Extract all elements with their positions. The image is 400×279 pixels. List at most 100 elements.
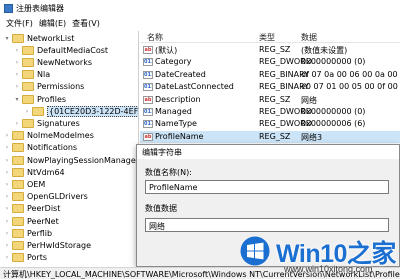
value-row[interactable]: ab ProfileName REG_SZ 网络3 xyxy=(140,130,400,143)
folder-icon xyxy=(12,204,24,214)
value-row[interactable]: 011DateCreatedREG_BINARYdf 07 0a 00 06 0… xyxy=(140,69,400,81)
folder-icon xyxy=(22,70,34,80)
value-name: ProfileName xyxy=(155,131,204,141)
tree-node[interactable]: › NtVdm64 xyxy=(4,166,65,178)
tree-node[interactable]: › PerHwIdStorage xyxy=(4,239,91,251)
folder-icon xyxy=(22,45,34,55)
value-row[interactable]: 011ManagedREG_DWORD0x00000000 (0) xyxy=(140,106,400,118)
value-name-field: ProfileName xyxy=(145,180,389,194)
value-name: NameType xyxy=(155,119,197,129)
tree-node[interactable]: › NewNetworks xyxy=(14,56,92,68)
chevron-right-icon[interactable]: › xyxy=(14,120,20,127)
tree-node[interactable]: › Perflib xyxy=(4,227,52,239)
chevron-right-icon[interactable]: › xyxy=(4,157,10,164)
tree-node-label: PerHwIdStorage xyxy=(27,240,92,250)
menu-edit[interactable]: 编辑(E) xyxy=(36,18,69,29)
value-row[interactable]: 011CategoryREG_DWORD0x00000000 (0) xyxy=(140,56,400,68)
regedit-app-icon xyxy=(4,3,13,13)
value-data-label: 数值数据 xyxy=(145,204,177,213)
chevron-right-icon[interactable]: › xyxy=(14,83,20,90)
chevron-right-icon[interactable]: › xyxy=(4,205,10,212)
tree-node[interactable]: › DefaultMediaCost xyxy=(14,44,108,56)
binary-value-icon: 011 xyxy=(143,70,153,79)
tree-node[interactable]: ▾ Profiles xyxy=(14,93,66,105)
value-row[interactable]: ab Description REG_SZ 网络 xyxy=(140,94,400,106)
tree-node-label: {01CE20D3-122D-4EF0 xyxy=(47,105,138,117)
string-value-icon: ab xyxy=(143,132,153,141)
value-row[interactable]: ab (默认) REG_SZ (数值未设置) xyxy=(140,44,400,56)
tree-node[interactable]: › Ports xyxy=(4,252,47,264)
tree-node-label: PeerDist xyxy=(27,204,61,214)
chevron-down-icon[interactable]: ▾ xyxy=(4,35,10,42)
tree-node[interactable]: › {01CE20D3-122D-4EF0 xyxy=(24,105,138,117)
value-row[interactable]: 011DateLastConnectedREG_BINARYe0 07 01 0… xyxy=(140,81,400,93)
value-data: 0x00000000 (0) xyxy=(301,107,366,116)
value-name: DateLastConnected xyxy=(155,82,234,92)
tree-node-label: Notifications xyxy=(27,143,78,153)
folder-icon xyxy=(12,167,24,177)
menu-file[interactable]: 文件(F) xyxy=(3,18,36,29)
chevron-right-icon[interactable]: › xyxy=(4,132,10,139)
value-data: 网络3 xyxy=(301,132,323,142)
tree-node-label: NoImeModelmes xyxy=(27,131,94,141)
chevron-right-icon[interactable]: › xyxy=(14,59,20,66)
registry-tree[interactable]: ▾ NetworkList › DefaultMediaCost › NewNetwork… xyxy=(0,31,139,267)
binary-value-icon: 011 xyxy=(143,58,153,67)
folder-icon xyxy=(22,57,34,67)
chevron-right-icon[interactable]: › xyxy=(4,181,10,188)
tree-node[interactable]: › PeerNet xyxy=(4,215,59,227)
tree-node-label: NewNetworks xyxy=(37,57,93,67)
tree-node[interactable]: › Permissions xyxy=(14,81,84,93)
tree-node[interactable]: › OpenGLDrivers xyxy=(4,191,88,203)
tree-node[interactable]: › Nla xyxy=(14,69,50,81)
tree-node[interactable]: › PeerDist xyxy=(4,203,60,215)
tree-node[interactable]: › Signatures xyxy=(14,117,80,129)
value-name: Managed xyxy=(155,107,192,116)
tree-node-label: Permissions xyxy=(37,82,85,92)
chevron-right-icon[interactable]: › xyxy=(24,108,30,115)
tree-node[interactable]: ▾ NetworkList xyxy=(4,32,74,44)
column-header-data[interactable]: 数据 xyxy=(301,32,317,43)
chevron-right-icon[interactable]: › xyxy=(14,47,20,54)
tree-node-label: NowPlayingSessionManager xyxy=(27,155,139,165)
tree-node-label: NetworkList xyxy=(27,33,75,43)
chevron-right-icon[interactable]: › xyxy=(4,193,10,200)
tree-node[interactable]: › NowPlayingSessionManager xyxy=(4,154,139,166)
tree-node[interactable]: › Notifications xyxy=(4,142,77,154)
chevron-right-icon[interactable]: › xyxy=(14,71,20,78)
tree-node[interactable]: › OEM xyxy=(4,178,45,190)
value-name: DateCreated xyxy=(155,69,206,79)
value-name: Description xyxy=(155,94,201,104)
value-name: Category xyxy=(155,57,192,67)
chevron-right-icon[interactable]: › xyxy=(4,169,10,176)
chevron-down-icon[interactable]: ▾ xyxy=(14,96,20,103)
tree-node-label: Ports xyxy=(27,253,48,263)
tree-node[interactable]: › NoImeModelmes xyxy=(4,130,94,142)
menu-view[interactable]: 查看(V) xyxy=(69,18,103,29)
chevron-right-icon[interactable]: › xyxy=(4,230,10,237)
windows-logo-icon xyxy=(240,236,270,266)
chevron-right-icon[interactable]: › xyxy=(4,242,10,249)
value-data: 0x00000006 (6) xyxy=(301,119,366,129)
value-data: df 07 0a 00 06 00 0a 00 11 00 xyxy=(301,69,400,79)
folder-icon xyxy=(22,94,34,104)
folder-icon xyxy=(12,253,24,263)
column-header-type[interactable]: 类型 xyxy=(259,32,275,43)
folder-icon xyxy=(32,106,44,116)
value-name-label: 数值名称(N): xyxy=(145,168,192,177)
binary-value-icon: 011 xyxy=(143,108,153,116)
chevron-right-icon[interactable]: › xyxy=(4,218,10,225)
folder-icon xyxy=(12,216,24,226)
tree-node-label: PeerNet xyxy=(27,216,59,226)
chevron-right-icon[interactable]: › xyxy=(4,254,10,261)
value-row[interactable]: 011NameTypeREG_DWORD0x00000006 (6) xyxy=(140,118,400,130)
column-header-name[interactable]: 名称 xyxy=(147,32,163,43)
dialog-title: 编辑字符串 xyxy=(137,145,399,159)
tree-node-label: Signatures xyxy=(37,118,80,128)
window-title: 注册表编辑器 xyxy=(16,3,64,13)
tree-node-label: Nla xyxy=(37,70,51,80)
value-data: (数值未设置) xyxy=(301,46,348,55)
watermark: Win10之家 www.win10xitong.com xyxy=(236,228,400,279)
tree-node-label: OEM xyxy=(27,179,46,189)
chevron-right-icon[interactable]: › xyxy=(4,144,10,151)
